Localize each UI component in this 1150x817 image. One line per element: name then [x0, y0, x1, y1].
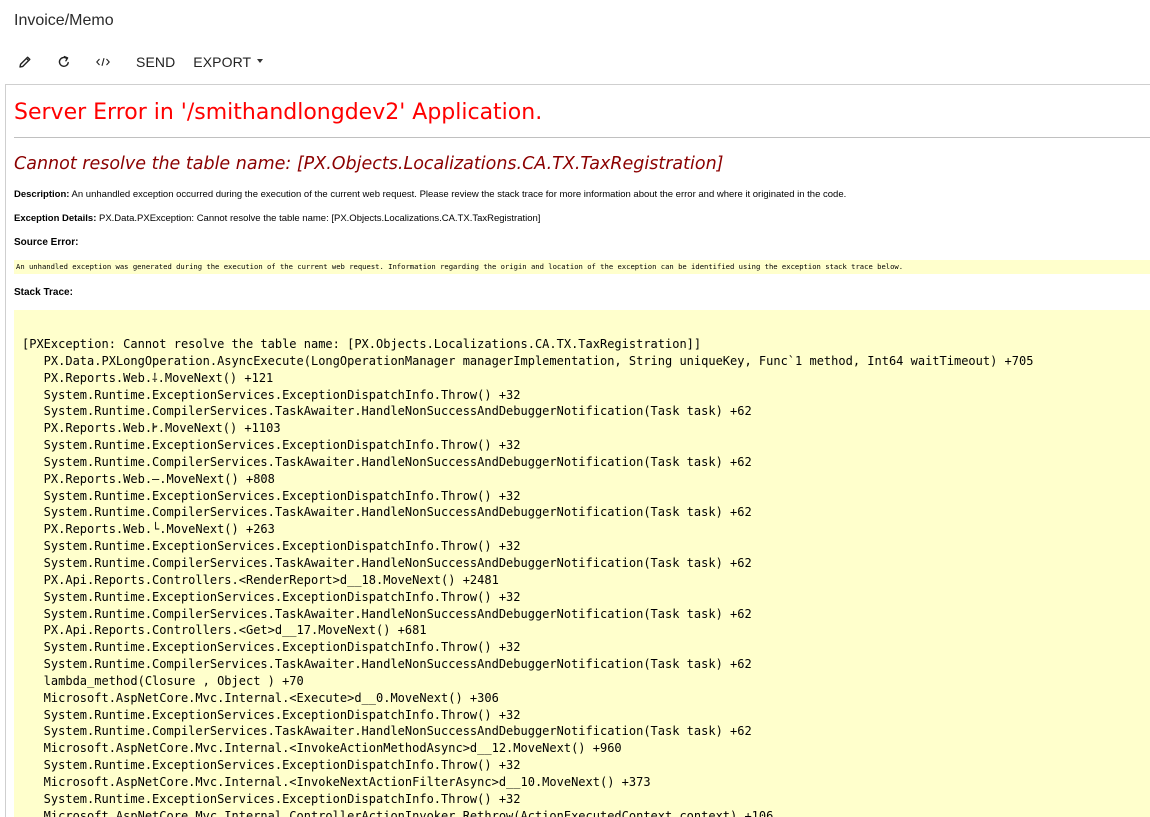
- export-dropdown[interactable]: EXPORT: [184, 48, 272, 76]
- toolbar: SEND EXPORT: [10, 48, 272, 76]
- stack-trace-line: PX.Reports.Web.—.MoveNext() +808: [22, 471, 275, 486]
- stack-trace-line: System.Runtime.CompilerServices.TaskAwai…: [22, 404, 752, 419]
- stack-trace-line: System.Runtime.ExceptionServices.Excepti…: [22, 640, 521, 655]
- pencil-icon[interactable]: [10, 48, 40, 76]
- stack-trace-line: Microsoft.AspNetCore.Mvc.Internal.<Execu…: [22, 690, 499, 705]
- stack-trace-line: PX.Data.PXLongOperation.AsyncExecute(Lon…: [22, 353, 1034, 368]
- export-dropdown-label: EXPORT: [193, 54, 252, 70]
- stack-trace-line: System.Runtime.ExceptionServices.Excepti…: [22, 758, 521, 773]
- caret-down-icon: [257, 59, 264, 64]
- stack-trace-line: System.Runtime.CompilerServices.TaskAwai…: [22, 555, 752, 570]
- stack-trace-line: Microsoft.AspNetCore.Mvc.Internal.<Invok…: [22, 774, 651, 789]
- stack-trace-line: System.Runtime.ExceptionServices.Excepti…: [22, 791, 521, 806]
- stack-trace-line: System.Runtime.CompilerServices.TaskAwai…: [22, 657, 752, 672]
- stack-trace-line: System.Runtime.ExceptionServices.Excepti…: [22, 438, 521, 453]
- stack-trace-line: lambda_method(Closure , Object ) +70: [22, 673, 304, 688]
- stack-trace-line: System.Runtime.CompilerServices.TaskAwai…: [22, 606, 752, 621]
- stack-trace-line: System.Runtime.CompilerServices.TaskAwai…: [22, 724, 752, 739]
- stack-trace-line: [PXException: Cannot resolve the table n…: [22, 337, 702, 351]
- stack-trace-line: System.Runtime.ExceptionServices.Excepti…: [22, 488, 521, 503]
- exception-details: Exception Details: PX.Data.PXException: …: [14, 213, 540, 224]
- source-error-label: Source Error:: [14, 237, 79, 248]
- refresh-icon[interactable]: [49, 48, 79, 76]
- send-button-label: SEND: [136, 54, 176, 70]
- exception-text: PX.Data.PXException: Cannot resolve the …: [96, 213, 541, 224]
- stack-trace-line: PX.Reports.Web.⸸.MoveNext() +121: [22, 370, 274, 385]
- description-text: An unhandled exception occurred during t…: [69, 189, 847, 200]
- stack-trace-line: PX.Reports.Web.└.MoveNext() +263: [22, 522, 275, 537]
- stack-trace-box: [PXException: Cannot resolve the table n…: [14, 310, 1150, 817]
- stack-trace-line: Microsoft.AspNetCore.Mvc.Internal.<Invok…: [22, 741, 622, 756]
- code-icon[interactable]: [88, 48, 118, 76]
- stack-trace-line: System.Runtime.CompilerServices.TaskAwai…: [22, 505, 752, 520]
- stack-trace-line: PX.Api.Reports.Controllers.<Get>d__17.Mo…: [22, 623, 427, 638]
- send-button[interactable]: SEND: [127, 48, 184, 76]
- description-label: Description:: [14, 189, 70, 200]
- divider: [14, 137, 1150, 138]
- stack-trace-line: PX.Reports.Web.Ꭸ.MoveNext() +1103: [22, 421, 281, 436]
- stack-trace-label: Stack Trace:: [14, 287, 73, 298]
- stack-trace-line: System.Runtime.CompilerServices.TaskAwai…: [22, 454, 752, 469]
- error-title: Server Error in '/smithandlongdev2' Appl…: [14, 100, 543, 125]
- error-subtitle: Cannot resolve the table name: [PX.Objec…: [14, 154, 724, 174]
- source-error-box: An unhandled exception was generated dur…: [14, 260, 1150, 274]
- page-header: Invoice/Memo SEND EXPORT: [0, 0, 1150, 84]
- error-description: Description: An unhandled exception occu…: [14, 189, 846, 200]
- stack-trace: [PXException: Cannot resolve the table n…: [14, 310, 1150, 817]
- page-title: Invoice/Memo: [14, 12, 114, 29]
- report-frame: Server Error in '/smithandlongdev2' Appl…: [5, 84, 1150, 817]
- stack-trace-line: System.Runtime.ExceptionServices.Excepti…: [22, 707, 521, 722]
- stack-trace-line: PX.Api.Reports.Controllers.<RenderReport…: [22, 572, 499, 587]
- exception-label: Exception Details:: [14, 213, 97, 224]
- stack-trace-line: System.Runtime.ExceptionServices.Excepti…: [22, 387, 521, 402]
- stack-trace-line: System.Runtime.ExceptionServices.Excepti…: [22, 589, 521, 604]
- stack-trace-line: System.Runtime.ExceptionServices.Excepti…: [22, 539, 521, 554]
